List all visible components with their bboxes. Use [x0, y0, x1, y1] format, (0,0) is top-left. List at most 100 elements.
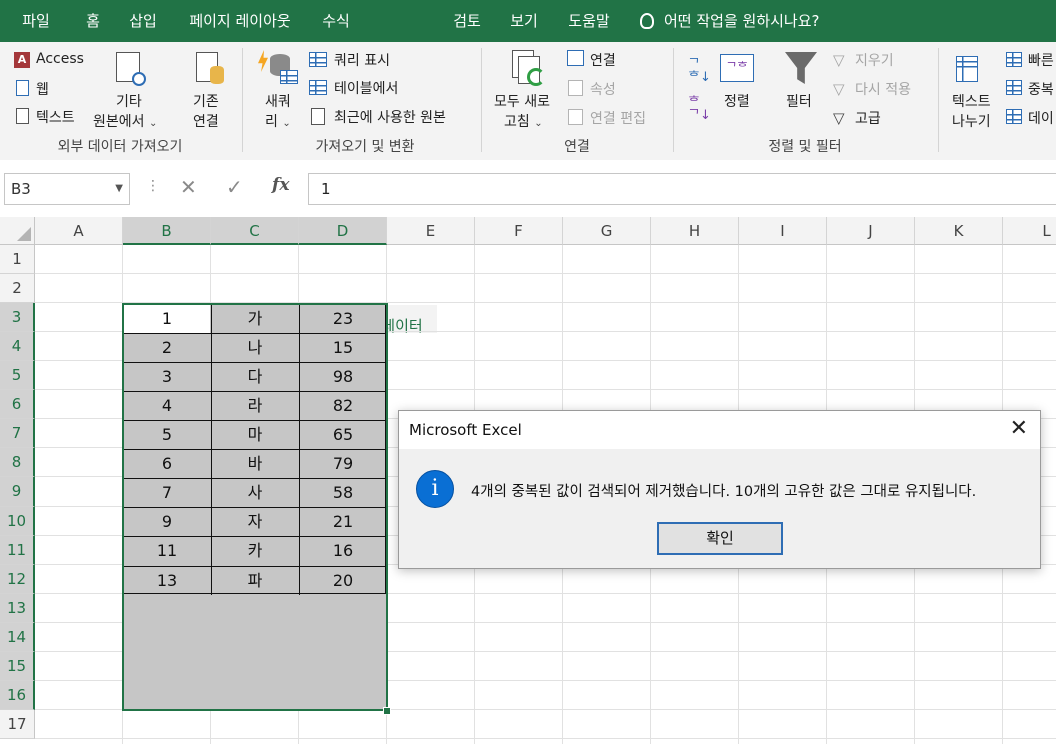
- from-web-button[interactable]: 웹: [36, 79, 49, 99]
- filter-icon: [785, 52, 817, 84]
- filter-button[interactable]: 필터: [786, 91, 812, 111]
- refresh-all-button[interactable]: 고침 ⌄: [504, 111, 543, 131]
- new-query-label-2: 리: [265, 114, 278, 130]
- clear-filter-button[interactable]: 지우기: [855, 50, 894, 70]
- other-sources-label-1[interactable]: 기타: [116, 91, 142, 111]
- enter-icon[interactable]: ✓: [226, 175, 243, 199]
- drag-handle-icon[interactable]: ⋮: [146, 178, 160, 194]
- column-header-l[interactable]: L: [1003, 217, 1056, 245]
- row-header-3[interactable]: 3: [0, 303, 35, 333]
- insert-function-button[interactable]: fx: [272, 175, 289, 195]
- info-icon: i: [416, 470, 454, 508]
- row-header-1[interactable]: 1: [0, 245, 35, 275]
- advanced-filter-button[interactable]: 고급: [855, 108, 881, 128]
- row-header-9[interactable]: 9: [0, 477, 35, 507]
- row-header-16[interactable]: 16: [0, 680, 35, 710]
- cancel-icon[interactable]: ✕: [180, 175, 197, 199]
- group-separator: [938, 48, 939, 152]
- column-header-f[interactable]: F: [475, 217, 563, 245]
- tab-page-layout[interactable]: 페이지 레이아웃: [182, 0, 298, 42]
- text-to-columns-icon: [956, 56, 978, 82]
- flash-fill-button[interactable]: 빠른: [1028, 50, 1054, 70]
- recent-sources-button[interactable]: 최근에 사용한 원본: [334, 107, 446, 127]
- tab-view[interactable]: 보기: [504, 0, 544, 42]
- close-icon[interactable]: ✕: [1010, 417, 1028, 441]
- existing-connections-label-2[interactable]: 연결: [193, 111, 219, 131]
- row-header-5[interactable]: 5: [0, 361, 35, 391]
- group-label-connections: 연결: [564, 139, 590, 155]
- connections-button[interactable]: 연결: [590, 50, 616, 70]
- text-to-columns-label-2[interactable]: 나누기: [952, 111, 991, 131]
- tab-formulas[interactable]: 수식: [316, 0, 356, 42]
- from-text-button[interactable]: 텍스트: [36, 107, 75, 127]
- column-header-h[interactable]: H: [651, 217, 739, 245]
- tell-me-search[interactable]: 어떤 작업을 원하시나요?: [640, 0, 820, 42]
- column-header-g[interactable]: G: [563, 217, 651, 245]
- gear-icon: [132, 72, 146, 86]
- tab-insert[interactable]: 삽입: [124, 0, 162, 42]
- column-header-d[interactable]: D: [299, 217, 387, 245]
- group-label-external: 외부 데이터 가져오기: [57, 139, 183, 155]
- properties-button[interactable]: 속성: [590, 79, 616, 99]
- tab-home[interactable]: 홈: [80, 0, 106, 42]
- tab-review[interactable]: 검토: [447, 0, 487, 42]
- column-header-a[interactable]: A: [35, 217, 123, 245]
- tab-help[interactable]: 도움말: [562, 0, 616, 42]
- from-access-button[interactable]: Access: [36, 51, 84, 67]
- column-header-e[interactable]: E: [387, 217, 475, 245]
- row-header-4[interactable]: 4: [0, 332, 35, 362]
- from-table-button[interactable]: 테이블에서: [334, 78, 398, 98]
- show-queries-icon: [309, 52, 327, 67]
- sort-descending-icon: ᄒ ᄀ↓: [688, 95, 711, 123]
- sort-dialog-icon: ᄀᄒ: [720, 54, 754, 82]
- other-sources-button[interactable]: 원본에서 ⌄: [93, 111, 157, 131]
- new-query-label-1[interactable]: 새쿼: [265, 91, 291, 111]
- connections-icon: [567, 50, 584, 66]
- lightning-icon: [258, 50, 268, 72]
- row-header-12[interactable]: 12: [0, 564, 35, 594]
- row-header-8[interactable]: 8: [0, 448, 35, 478]
- row-header-10[interactable]: 10: [0, 506, 35, 536]
- selection-border: [122, 303, 388, 711]
- row-header-15[interactable]: 15: [0, 651, 35, 681]
- chevron-down-icon: ⌄: [148, 118, 158, 129]
- access-icon: A: [14, 52, 30, 68]
- column-header-i[interactable]: I: [739, 217, 827, 245]
- select-all-corner[interactable]: [0, 217, 35, 245]
- dialog-titlebar: Microsoft Excel ✕: [399, 411, 1040, 449]
- fill-handle[interactable]: [383, 707, 391, 715]
- column-header-c[interactable]: C: [211, 217, 299, 245]
- row-header-17[interactable]: 17: [0, 709, 35, 739]
- name-box-value: B3: [11, 180, 31, 198]
- data-validation-button[interactable]: 데이: [1028, 108, 1054, 128]
- row-header-6[interactable]: 6: [0, 390, 35, 420]
- column-header-b[interactable]: B: [123, 217, 211, 245]
- tab-file[interactable]: 파일: [18, 0, 54, 42]
- ok-button[interactable]: 확인: [657, 522, 783, 555]
- chevron-down-icon: ⌄: [282, 118, 291, 129]
- reapply-button[interactable]: 다시 적용: [855, 79, 911, 99]
- ribbon: A Access 웹 텍스트 기타 원본에서 ⌄ 기존 연결 외부 데이터 가져…: [0, 42, 1056, 161]
- sort-button[interactable]: 정렬: [724, 91, 750, 111]
- refresh-all-label-1[interactable]: 모두 새로: [494, 91, 550, 111]
- lightbulb-icon: [640, 13, 654, 29]
- edit-links-button[interactable]: 연결 편집: [590, 108, 646, 128]
- formula-input[interactable]: 1: [308, 173, 1056, 205]
- column-header-j[interactable]: J: [827, 217, 915, 245]
- flash-fill-icon: [1006, 52, 1022, 67]
- name-box[interactable]: B3 ▼: [4, 173, 130, 205]
- text-to-columns-label-1[interactable]: 텍스트: [952, 91, 991, 111]
- gridline-horizontal: [35, 738, 1056, 740]
- row-header-13[interactable]: 13: [0, 593, 35, 623]
- row-header-11[interactable]: 11: [0, 535, 35, 565]
- remove-duplicates-button[interactable]: 중복: [1028, 79, 1054, 99]
- existing-connections-label-1[interactable]: 기존: [193, 91, 219, 111]
- new-query-button[interactable]: 리 ⌄: [265, 111, 291, 131]
- row-header-2[interactable]: 2: [0, 274, 35, 304]
- chevron-down-icon[interactable]: ▼: [115, 174, 123, 204]
- show-queries-button[interactable]: 쿼리 표시: [334, 50, 390, 70]
- row-header-7[interactable]: 7: [0, 419, 35, 449]
- column-header-k[interactable]: K: [915, 217, 1003, 245]
- row-header-14[interactable]: 14: [0, 622, 35, 652]
- clear-filter-icon: ▽: [833, 51, 845, 69]
